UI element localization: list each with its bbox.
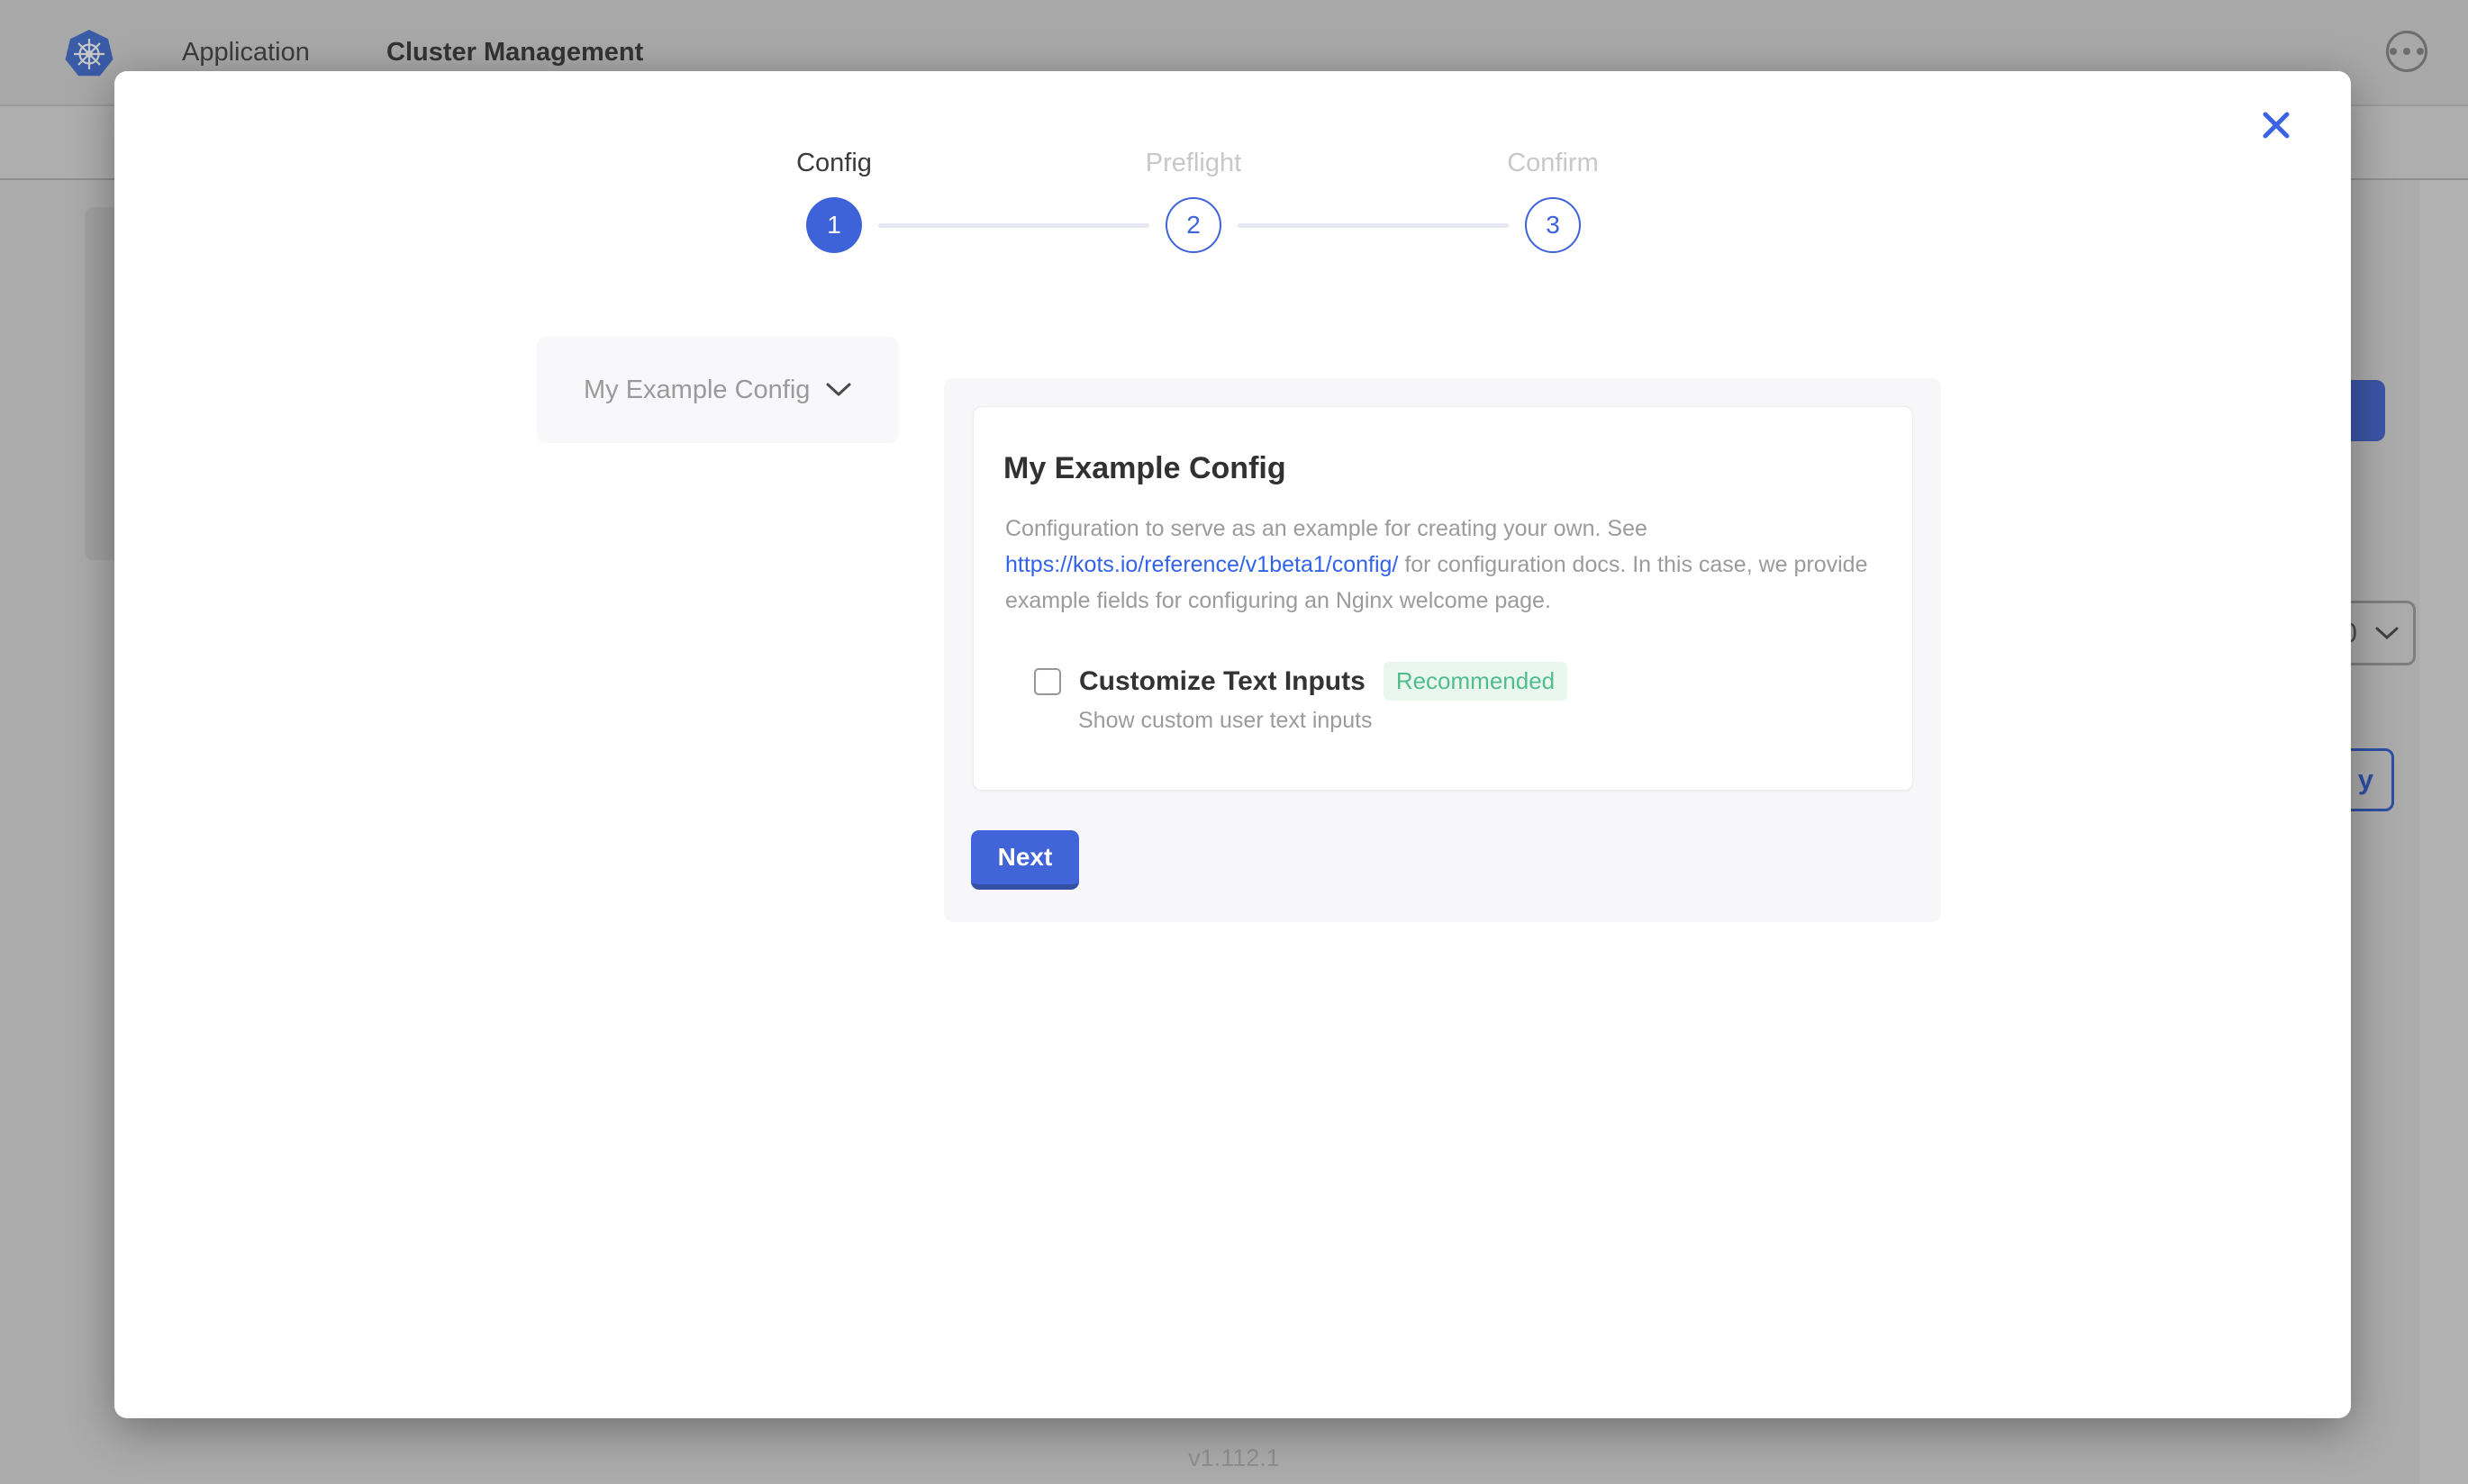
step-connector — [1238, 223, 1509, 228]
config-group-dropdown[interactable]: My Example Config — [537, 337, 899, 443]
config-group-description: Configuration to serve as an example for… — [1005, 511, 1892, 619]
customize-text-inputs-checkbox[interactable] — [1034, 668, 1061, 695]
chevron-down-icon — [826, 382, 851, 398]
config-wizard-modal: Config Preflight Confirm 1 2 3 My Exampl… — [114, 71, 2351, 1418]
close-icon[interactable] — [2251, 100, 2301, 150]
step-label-config: Config — [717, 149, 951, 178]
step-connector — [878, 223, 1149, 228]
background-content-edge — [2419, 180, 2468, 1484]
app-version: v1.112.1 — [0, 1444, 2468, 1472]
step-circle-2: 2 — [1166, 197, 1221, 253]
config-group-card: My Example Config Configuration to serve… — [973, 406, 1913, 791]
checkbox-help-text: Show custom user text inputs — [1078, 708, 1858, 734]
step-label-preflight: Preflight — [1076, 149, 1311, 178]
config-group-title: My Example Config — [1003, 450, 1858, 486]
more-options-icon[interactable] — [2386, 31, 2427, 72]
screen: Application Cluster Management 0 y v1.11… — [0, 0, 2468, 1484]
config-docs-link[interactable]: https://kots.io/reference/v1beta1/config… — [1005, 552, 1398, 577]
config-panel: My Example Config Configuration to serve… — [944, 378, 1941, 922]
helm-wheel-icon — [71, 36, 107, 72]
background-outline-button-label: y — [2358, 764, 2373, 796]
config-group-label: My Example Config — [584, 376, 810, 405]
next-button[interactable]: Next — [971, 830, 1079, 890]
step-label-confirm: Confirm — [1436, 149, 1670, 178]
checkbox-label[interactable]: Customize Text Inputs — [1079, 666, 1366, 697]
checkbox-row: Customize Text Inputs Recommended — [1034, 662, 1858, 701]
kubernetes-logo-icon[interactable] — [65, 30, 113, 78]
step-circle-3: 3 — [1525, 197, 1581, 253]
chevron-down-icon — [2375, 626, 2399, 640]
recommended-badge: Recommended — [1384, 662, 1567, 701]
step-circle-1: 1 — [806, 197, 862, 253]
